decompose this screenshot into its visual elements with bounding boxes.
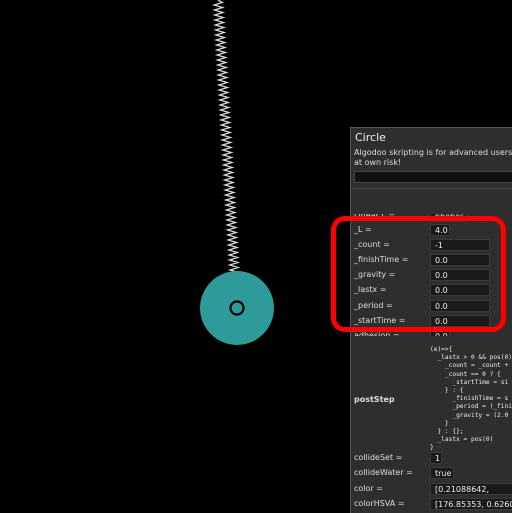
pendulum-ball[interactable]: [200, 271, 274, 345]
script-command-input[interactable]: [354, 171, 512, 183]
field-label: color =: [354, 484, 383, 493]
spring[interactable]: [211, 0, 243, 301]
panel-title: Circle: [355, 131, 386, 144]
field-label: collideSet =: [354, 453, 403, 462]
field-value-input[interactable]: [176.85353, 0.6260: [430, 498, 512, 510]
field-label: adhesion =: [354, 331, 400, 340]
field-value-input[interactable]: 1: [430, 452, 442, 464]
red-highlight-box: [331, 216, 506, 332]
field-row-collideset: collideSet = 1: [351, 451, 512, 466]
field-value-input[interactable]: [0.21088642, 0.5638: [430, 483, 512, 506]
field-label: collideWater =: [354, 468, 413, 477]
warning-line-2: at own risk!: [354, 158, 402, 167]
field-value-input[interactable]: true: [430, 467, 454, 479]
poststep-code-editor[interactable]: (e)=>{ _lastx > 0 && pos(0) _count = _co…: [430, 346, 512, 453]
field-label: colorHSVA =: [354, 499, 405, 508]
field-row-colorhsva: colorHSVA = [176.85353, 0.6260: [351, 497, 512, 512]
scripting-warning: Algodoo skripting is for advanced users …: [354, 148, 512, 168]
field-row-collidewater: collideWater = true: [351, 466, 512, 481]
field-row-color: color = [0.21088642, 0.5638: [351, 482, 512, 506]
warning-line-1: Algodoo skripting is for advanced users …: [354, 148, 512, 157]
poststep-label: postStep: [354, 395, 395, 404]
divider: [351, 188, 512, 189]
